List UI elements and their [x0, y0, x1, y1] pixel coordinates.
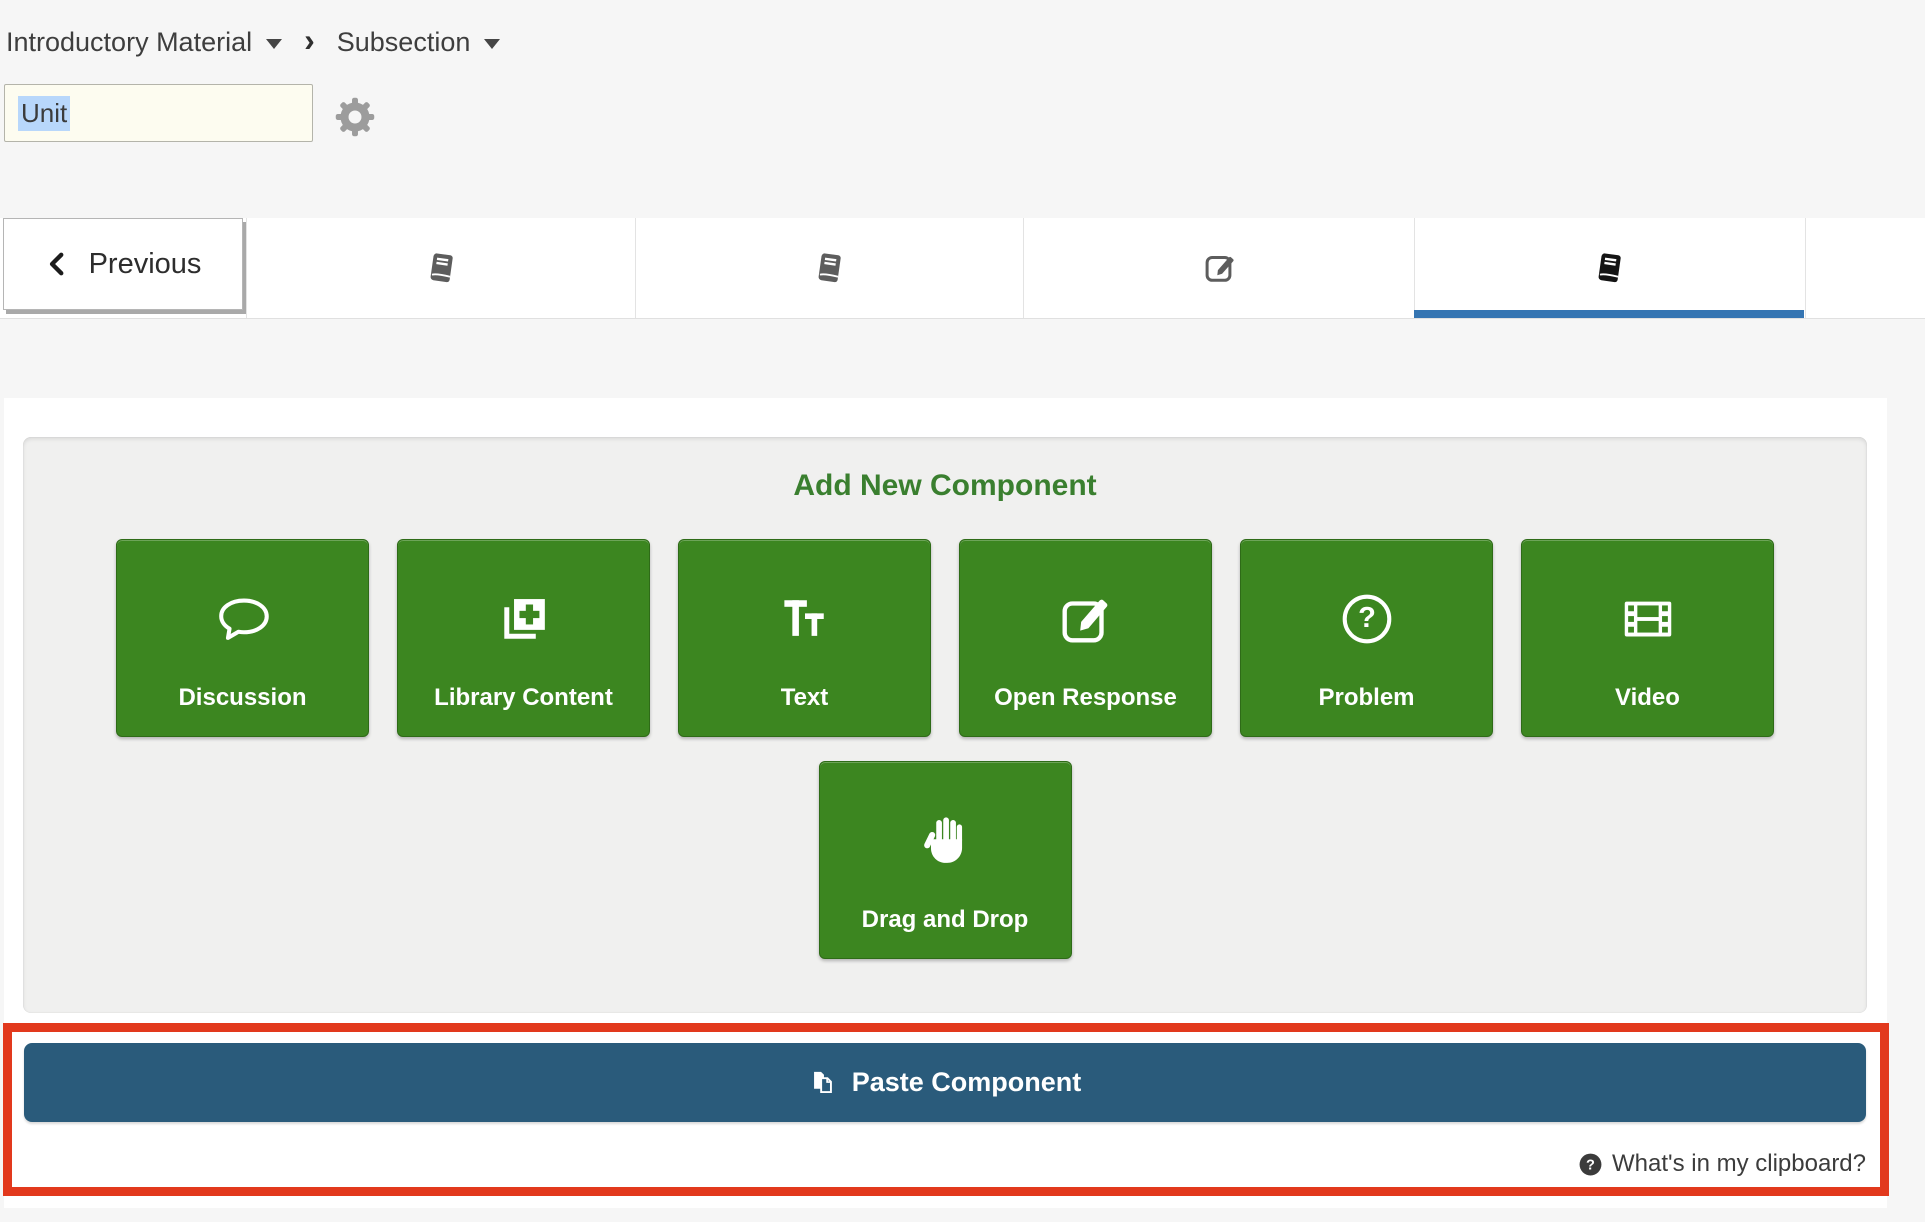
selected-text: Unit — [18, 96, 70, 131]
component-label: Text — [781, 684, 829, 712]
chevron-down-icon — [266, 39, 282, 49]
book-icon — [1593, 251, 1627, 285]
drag-and-drop-icon — [917, 800, 973, 882]
edit-icon — [1202, 250, 1238, 286]
svg-text:?: ? — [1358, 602, 1376, 634]
component-button-grid: Discussion Library Content — [23, 539, 1867, 959]
discussion-icon — [210, 578, 276, 660]
problem-icon: ? — [1336, 578, 1398, 660]
book-icon — [813, 251, 847, 285]
tab-unit-active[interactable] — [1414, 218, 1806, 318]
open-response-icon — [1055, 578, 1117, 660]
paste-button-label: Paste Component — [852, 1067, 1082, 1098]
breadcrumb: Introductory Material › Subsection — [6, 24, 500, 60]
add-text-button[interactable]: Text — [678, 539, 931, 737]
breadcrumb-item-subsection[interactable]: Subsection — [337, 27, 501, 58]
unit-name-input[interactable]: Unit — [4, 84, 313, 142]
paste-component-button[interactable]: Paste Component — [24, 1043, 1866, 1122]
chevron-left-icon — [45, 251, 71, 277]
component-label: Drag and Drop — [862, 906, 1029, 934]
component-label: Video — [1615, 684, 1680, 712]
add-drag-and-drop-button[interactable]: Drag and Drop — [819, 761, 1072, 959]
paste-icon — [809, 1069, 836, 1096]
tab-unit-1[interactable] — [246, 218, 636, 318]
clipboard-help-link[interactable]: ? What's in my clipboard? — [1578, 1150, 1866, 1178]
add-library-content-button[interactable]: Library Content — [397, 539, 650, 737]
library-content-icon — [495, 578, 553, 660]
add-video-button[interactable]: Video — [1521, 539, 1774, 737]
active-tab-underline — [1414, 310, 1804, 318]
settings-gear-button[interactable] — [334, 96, 376, 138]
component-label: Open Response — [994, 684, 1177, 712]
clipboard-help-label: What's in my clipboard? — [1612, 1150, 1866, 1178]
add-component-title: Add New Component — [23, 437, 1867, 503]
add-discussion-button[interactable]: Discussion — [116, 539, 369, 737]
previous-label: Previous — [89, 248, 202, 281]
gear-icon — [334, 96, 376, 138]
tab-unit-edit[interactable] — [1023, 218, 1415, 318]
add-component-panel: Add New Component Discussion — [23, 437, 1867, 1013]
chevron-down-icon — [484, 39, 500, 49]
previous-button[interactable]: Previous — [3, 218, 243, 310]
text-icon — [775, 578, 835, 660]
svg-text:?: ? — [1586, 1157, 1595, 1173]
component-label: Problem — [1318, 684, 1414, 712]
book-icon — [425, 251, 459, 285]
unit-tab-bar: Previous — [0, 218, 1925, 319]
add-problem-button[interactable]: ? Problem — [1240, 539, 1493, 737]
breadcrumb-section-label: Introductory Material — [6, 27, 252, 58]
tab-unit-2[interactable] — [635, 218, 1024, 318]
video-icon — [1617, 578, 1679, 660]
breadcrumb-subsection-label: Subsection — [337, 27, 471, 58]
component-label: Discussion — [178, 684, 306, 712]
unit-edit-page: Introductory Material › Subsection Unit — [0, 0, 1925, 1222]
question-circle-icon: ? — [1578, 1152, 1603, 1177]
breadcrumb-separator-icon: › — [304, 24, 315, 60]
add-open-response-button[interactable]: Open Response — [959, 539, 1212, 737]
component-label: Library Content — [434, 684, 613, 712]
breadcrumb-item-section[interactable]: Introductory Material — [6, 27, 282, 58]
